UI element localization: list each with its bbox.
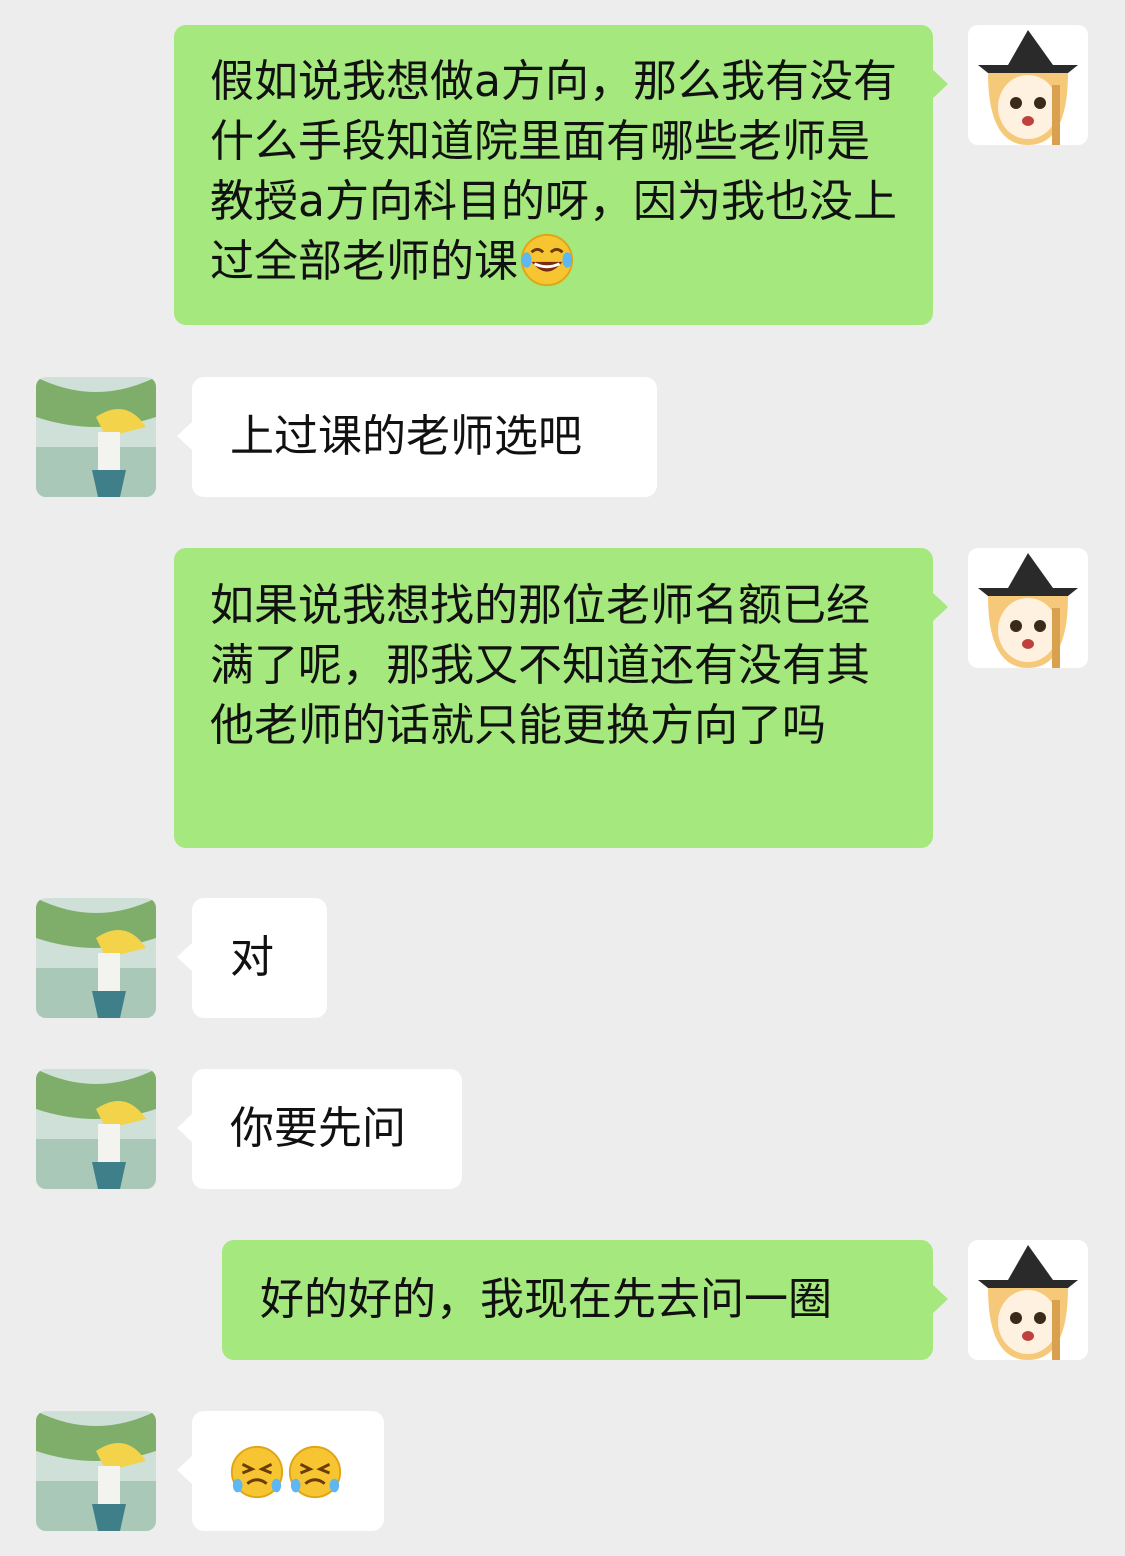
persevering-face-icon xyxy=(286,1443,344,1501)
bubble-tail xyxy=(932,1284,948,1314)
message-bubble-other[interactable]: 上过课的老师选吧 xyxy=(177,377,657,497)
my-avatar[interactable] xyxy=(968,548,1088,668)
message-row-me: 好的好的，我现在先去问一圈 xyxy=(0,1240,1125,1360)
persevering-face-icon xyxy=(228,1443,286,1501)
message-bubble-other[interactable]: 对 xyxy=(177,898,327,1018)
message-text: 你要先问 xyxy=(230,1103,406,1154)
message-row-other: 对 xyxy=(0,898,1125,1018)
message-row-me: 假如说我想做a方向，那么我有没有什么手段知道院里面有哪些老师是教授a方向科目的呀… xyxy=(0,25,1125,325)
my-avatar[interactable] xyxy=(968,1240,1088,1360)
message-row-other xyxy=(0,1411,1125,1531)
message-text: 好的好的，我现在先去问一圈 xyxy=(260,1274,832,1325)
message-row-other: 你要先问 xyxy=(0,1069,1125,1189)
contact-avatar[interactable] xyxy=(36,377,156,497)
contact-avatar[interactable] xyxy=(36,898,156,1018)
message-row-me: 如果说我想找的那位老师名额已经满了呢，那我又不知道还有没有其他老师的话就只能更换… xyxy=(0,548,1125,848)
bubble-tail xyxy=(177,942,193,972)
bubble-tail xyxy=(177,421,193,451)
message-bubble-me[interactable]: 假如说我想做a方向，那么我有没有什么手段知道院里面有哪些老师是教授a方向科目的呀… xyxy=(174,25,948,325)
contact-avatar[interactable] xyxy=(36,1069,156,1189)
bubble-tail xyxy=(177,1455,193,1485)
message-bubble-other[interactable]: 你要先问 xyxy=(177,1069,462,1189)
joy-icon xyxy=(518,231,576,289)
message-bubble-me[interactable]: 如果说我想找的那位老师名额已经满了呢，那我又不知道还有没有其他老师的话就只能更换… xyxy=(174,548,948,848)
message-bubble-other[interactable] xyxy=(177,1411,384,1531)
message-bubble-me[interactable]: 好的好的，我现在先去问一圈 xyxy=(222,1240,948,1360)
bubble-tail xyxy=(932,69,948,99)
my-avatar[interactable] xyxy=(968,25,1088,145)
message-text: 对 xyxy=(230,932,274,983)
bubble-tail xyxy=(932,592,948,622)
message-text: 如果说我想找的那位老师名额已经满了呢，那我又不知道还有没有其他老师的话就只能更换… xyxy=(210,580,870,751)
contact-avatar[interactable] xyxy=(36,1411,156,1531)
message-row-other: 上过课的老师选吧 xyxy=(0,377,1125,497)
message-text: 上过课的老师选吧 xyxy=(230,411,582,462)
bubble-tail xyxy=(177,1113,193,1143)
